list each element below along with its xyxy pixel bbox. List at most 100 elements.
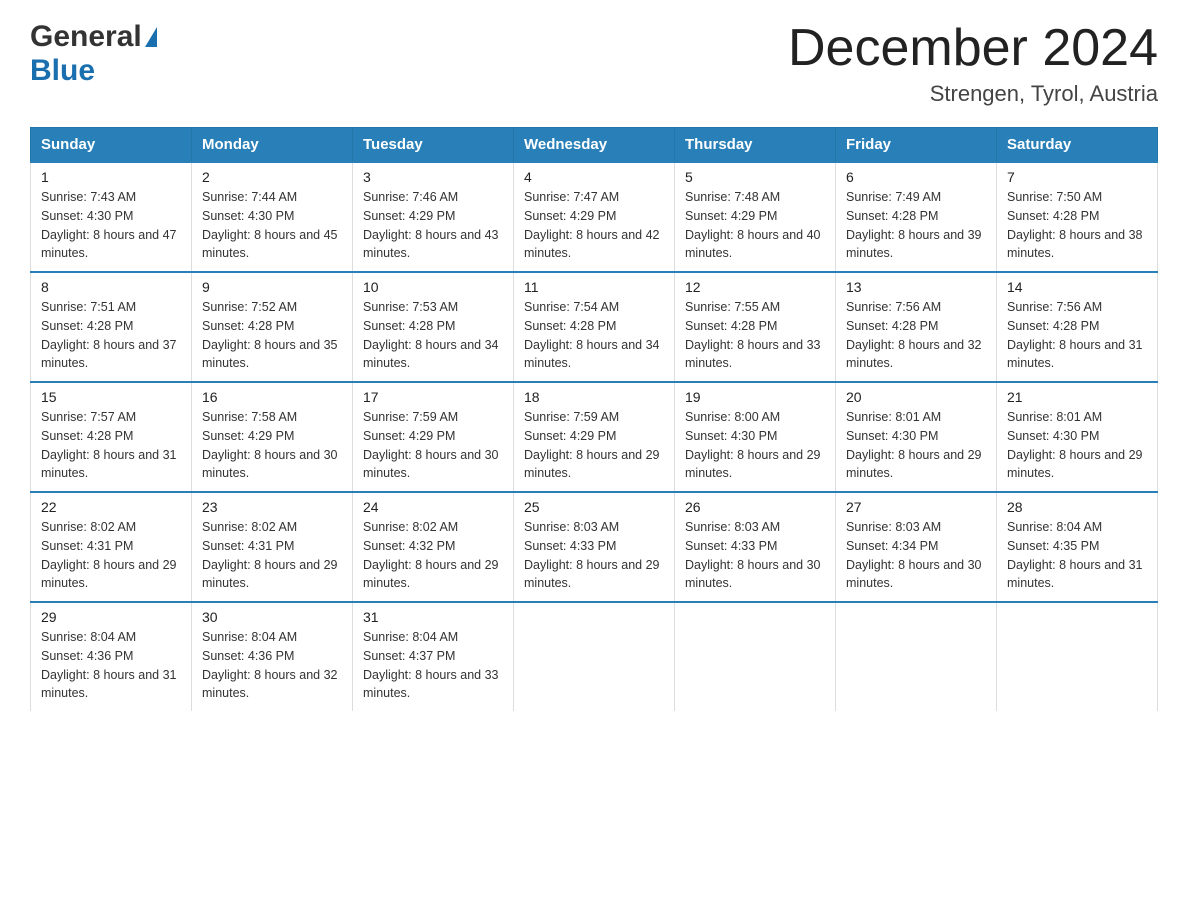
day-info: Sunrise: 7:47 AM Sunset: 4:29 PM Dayligh… xyxy=(524,188,664,263)
day-number: 11 xyxy=(524,279,664,295)
calendar-cell: 28 Sunrise: 8:04 AM Sunset: 4:35 PM Dayl… xyxy=(997,492,1158,602)
logo-blue-text: Blue xyxy=(30,54,95,87)
calendar-cell: 31 Sunrise: 8:04 AM Sunset: 4:37 PM Dayl… xyxy=(353,602,514,711)
day-number: 18 xyxy=(524,389,664,405)
day-number: 31 xyxy=(363,609,503,625)
day-info: Sunrise: 7:58 AM Sunset: 4:29 PM Dayligh… xyxy=(202,408,342,483)
calendar-cell: 15 Sunrise: 7:57 AM Sunset: 4:28 PM Dayl… xyxy=(31,382,192,492)
day-number: 4 xyxy=(524,169,664,185)
calendar-cell: 19 Sunrise: 8:00 AM Sunset: 4:30 PM Dayl… xyxy=(675,382,836,492)
logo: General Blue xyxy=(30,20,157,88)
day-number: 16 xyxy=(202,389,342,405)
calendar-cell: 4 Sunrise: 7:47 AM Sunset: 4:29 PM Dayli… xyxy=(514,162,675,272)
day-info: Sunrise: 7:53 AM Sunset: 4:28 PM Dayligh… xyxy=(363,298,503,373)
logo-general-text: General xyxy=(30,20,142,54)
day-number: 9 xyxy=(202,279,342,295)
day-number: 23 xyxy=(202,499,342,515)
calendar-cell: 25 Sunrise: 8:03 AM Sunset: 4:33 PM Dayl… xyxy=(514,492,675,602)
calendar-cell: 14 Sunrise: 7:56 AM Sunset: 4:28 PM Dayl… xyxy=(997,272,1158,382)
day-number: 3 xyxy=(363,169,503,185)
day-info: Sunrise: 8:04 AM Sunset: 4:36 PM Dayligh… xyxy=(202,628,342,703)
header-tuesday: Tuesday xyxy=(353,128,514,163)
day-number: 26 xyxy=(685,499,825,515)
calendar-cell: 18 Sunrise: 7:59 AM Sunset: 4:29 PM Dayl… xyxy=(514,382,675,492)
day-number: 20 xyxy=(846,389,986,405)
calendar-cell: 2 Sunrise: 7:44 AM Sunset: 4:30 PM Dayli… xyxy=(192,162,353,272)
day-number: 12 xyxy=(685,279,825,295)
day-info: Sunrise: 8:02 AM Sunset: 4:31 PM Dayligh… xyxy=(41,518,181,593)
day-info: Sunrise: 8:04 AM Sunset: 4:36 PM Dayligh… xyxy=(41,628,181,703)
day-info: Sunrise: 7:54 AM Sunset: 4:28 PM Dayligh… xyxy=(524,298,664,373)
day-info: Sunrise: 7:43 AM Sunset: 4:30 PM Dayligh… xyxy=(41,188,181,263)
day-info: Sunrise: 8:02 AM Sunset: 4:31 PM Dayligh… xyxy=(202,518,342,593)
calendar-cell: 23 Sunrise: 8:02 AM Sunset: 4:31 PM Dayl… xyxy=(192,492,353,602)
day-number: 2 xyxy=(202,169,342,185)
header-wednesday: Wednesday xyxy=(514,128,675,163)
day-info: Sunrise: 7:44 AM Sunset: 4:30 PM Dayligh… xyxy=(202,188,342,263)
header-friday: Friday xyxy=(836,128,997,163)
day-number: 22 xyxy=(41,499,181,515)
calendar-cell xyxy=(997,602,1158,711)
month-title: December 2024 xyxy=(788,20,1158,77)
day-number: 14 xyxy=(1007,279,1147,295)
day-number: 25 xyxy=(524,499,664,515)
day-number: 30 xyxy=(202,609,342,625)
calendar-cell: 29 Sunrise: 8:04 AM Sunset: 4:36 PM Dayl… xyxy=(31,602,192,711)
calendar-week-1: 1 Sunrise: 7:43 AM Sunset: 4:30 PM Dayli… xyxy=(31,162,1158,272)
calendar-cell: 6 Sunrise: 7:49 AM Sunset: 4:28 PM Dayli… xyxy=(836,162,997,272)
calendar-cell: 9 Sunrise: 7:52 AM Sunset: 4:28 PM Dayli… xyxy=(192,272,353,382)
day-info: Sunrise: 8:00 AM Sunset: 4:30 PM Dayligh… xyxy=(685,408,825,483)
day-number: 21 xyxy=(1007,389,1147,405)
day-info: Sunrise: 8:03 AM Sunset: 4:33 PM Dayligh… xyxy=(685,518,825,593)
day-info: Sunrise: 7:48 AM Sunset: 4:29 PM Dayligh… xyxy=(685,188,825,263)
day-info: Sunrise: 7:55 AM Sunset: 4:28 PM Dayligh… xyxy=(685,298,825,373)
header-monday: Monday xyxy=(192,128,353,163)
calendar-cell: 16 Sunrise: 7:58 AM Sunset: 4:29 PM Dayl… xyxy=(192,382,353,492)
day-number: 8 xyxy=(41,279,181,295)
day-info: Sunrise: 7:51 AM Sunset: 4:28 PM Dayligh… xyxy=(41,298,181,373)
calendar-cell: 20 Sunrise: 8:01 AM Sunset: 4:30 PM Dayl… xyxy=(836,382,997,492)
day-info: Sunrise: 8:01 AM Sunset: 4:30 PM Dayligh… xyxy=(846,408,986,483)
calendar-cell: 24 Sunrise: 8:02 AM Sunset: 4:32 PM Dayl… xyxy=(353,492,514,602)
calendar-cell: 21 Sunrise: 8:01 AM Sunset: 4:30 PM Dayl… xyxy=(997,382,1158,492)
day-number: 6 xyxy=(846,169,986,185)
day-number: 24 xyxy=(363,499,503,515)
calendar-cell: 17 Sunrise: 7:59 AM Sunset: 4:29 PM Dayl… xyxy=(353,382,514,492)
weekday-header-row: Sunday Monday Tuesday Wednesday Thursday… xyxy=(31,128,1158,163)
calendar-cell: 3 Sunrise: 7:46 AM Sunset: 4:29 PM Dayli… xyxy=(353,162,514,272)
calendar-cell: 11 Sunrise: 7:54 AM Sunset: 4:28 PM Dayl… xyxy=(514,272,675,382)
calendar-cell: 7 Sunrise: 7:50 AM Sunset: 4:28 PM Dayli… xyxy=(997,162,1158,272)
calendar-cell: 26 Sunrise: 8:03 AM Sunset: 4:33 PM Dayl… xyxy=(675,492,836,602)
calendar-week-5: 29 Sunrise: 8:04 AM Sunset: 4:36 PM Dayl… xyxy=(31,602,1158,711)
day-info: Sunrise: 7:46 AM Sunset: 4:29 PM Dayligh… xyxy=(363,188,503,263)
calendar-week-4: 22 Sunrise: 8:02 AM Sunset: 4:31 PM Dayl… xyxy=(31,492,1158,602)
day-info: Sunrise: 7:50 AM Sunset: 4:28 PM Dayligh… xyxy=(1007,188,1147,263)
day-number: 7 xyxy=(1007,169,1147,185)
title-area: December 2024 Strengen, Tyrol, Austria xyxy=(788,20,1158,107)
calendar-week-2: 8 Sunrise: 7:51 AM Sunset: 4:28 PM Dayli… xyxy=(31,272,1158,382)
day-number: 1 xyxy=(41,169,181,185)
day-number: 10 xyxy=(363,279,503,295)
day-info: Sunrise: 8:02 AM Sunset: 4:32 PM Dayligh… xyxy=(363,518,503,593)
calendar-cell: 1 Sunrise: 7:43 AM Sunset: 4:30 PM Dayli… xyxy=(31,162,192,272)
calendar-week-3: 15 Sunrise: 7:57 AM Sunset: 4:28 PM Dayl… xyxy=(31,382,1158,492)
calendar-cell: 30 Sunrise: 8:04 AM Sunset: 4:36 PM Dayl… xyxy=(192,602,353,711)
calendar-cell: 12 Sunrise: 7:55 AM Sunset: 4:28 PM Dayl… xyxy=(675,272,836,382)
calendar-cell: 22 Sunrise: 8:02 AM Sunset: 4:31 PM Dayl… xyxy=(31,492,192,602)
calendar-cell: 13 Sunrise: 7:56 AM Sunset: 4:28 PM Dayl… xyxy=(836,272,997,382)
day-info: Sunrise: 8:03 AM Sunset: 4:33 PM Dayligh… xyxy=(524,518,664,593)
calendar-cell: 8 Sunrise: 7:51 AM Sunset: 4:28 PM Dayli… xyxy=(31,272,192,382)
day-info: Sunrise: 8:03 AM Sunset: 4:34 PM Dayligh… xyxy=(846,518,986,593)
page-header: General Blue December 2024 Strengen, Tyr… xyxy=(30,20,1158,107)
day-info: Sunrise: 7:56 AM Sunset: 4:28 PM Dayligh… xyxy=(846,298,986,373)
calendar-table: Sunday Monday Tuesday Wednesday Thursday… xyxy=(30,127,1158,711)
day-info: Sunrise: 7:52 AM Sunset: 4:28 PM Dayligh… xyxy=(202,298,342,373)
calendar-cell xyxy=(514,602,675,711)
location-subtitle: Strengen, Tyrol, Austria xyxy=(788,81,1158,107)
day-info: Sunrise: 8:01 AM Sunset: 4:30 PM Dayligh… xyxy=(1007,408,1147,483)
day-info: Sunrise: 8:04 AM Sunset: 4:35 PM Dayligh… xyxy=(1007,518,1147,593)
calendar-cell xyxy=(675,602,836,711)
day-number: 28 xyxy=(1007,499,1147,515)
header-thursday: Thursday xyxy=(675,128,836,163)
day-info: Sunrise: 7:56 AM Sunset: 4:28 PM Dayligh… xyxy=(1007,298,1147,373)
